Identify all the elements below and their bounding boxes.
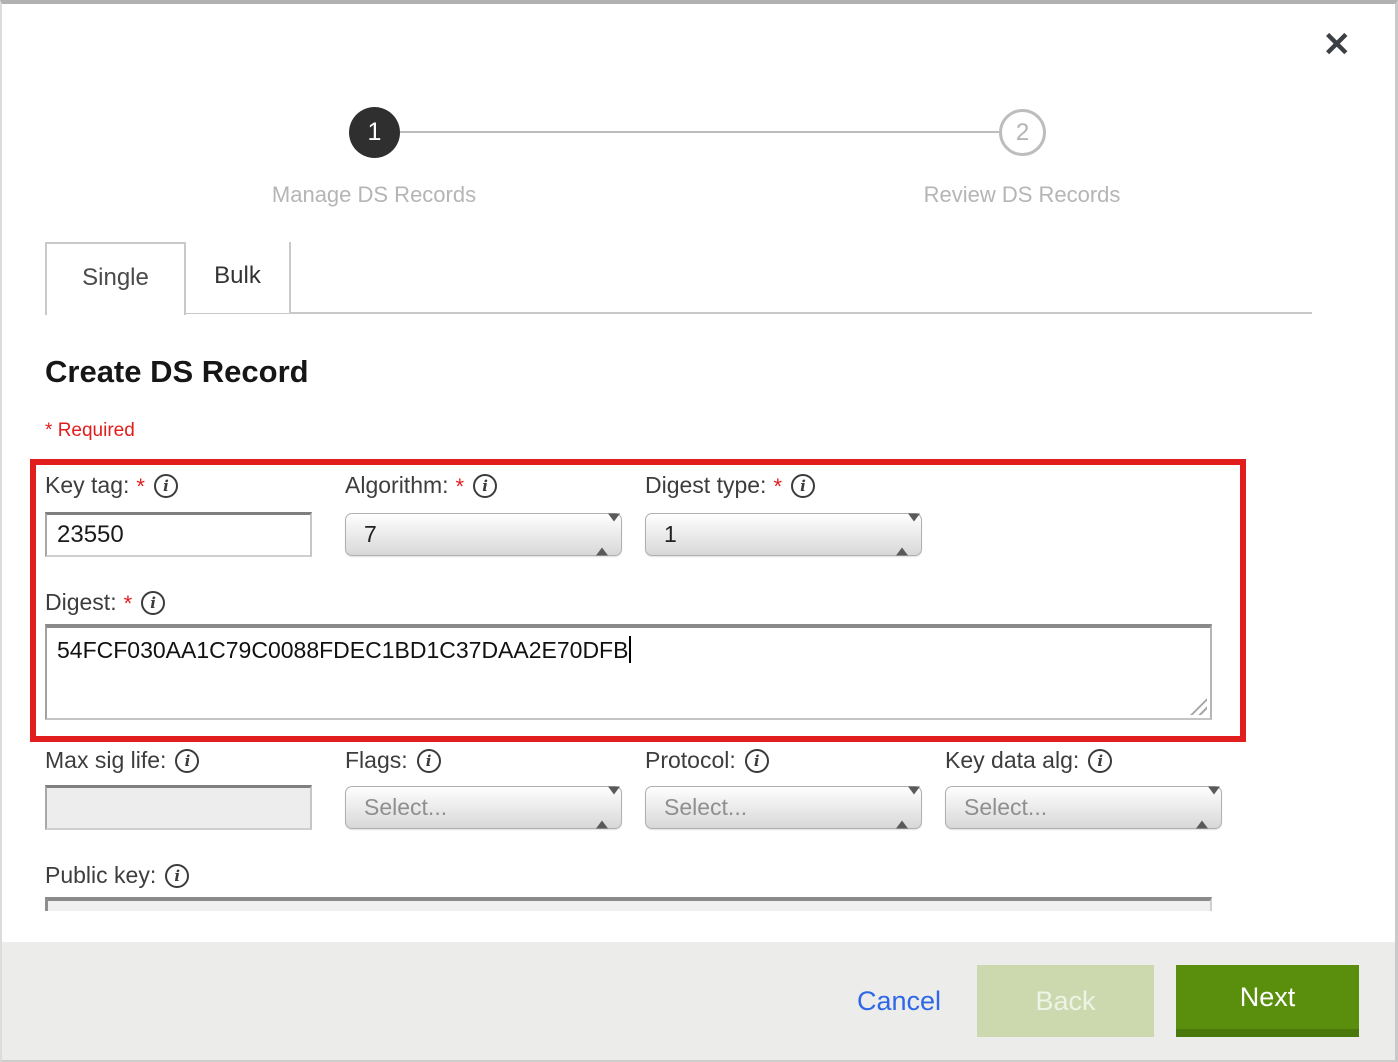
- key-data-alg-select[interactable]: Select...: [945, 786, 1222, 829]
- key-tag-info-icon[interactable]: i: [154, 474, 178, 498]
- public-key-info-icon[interactable]: i: [165, 864, 189, 888]
- select-arrows-icon: [596, 794, 608, 821]
- create-ds-record-dialog: ✕ 1 2 Manage DS Records Review DS Record…: [0, 0, 1398, 1062]
- max-sig-life-label-text: Max sig life:: [45, 747, 166, 774]
- resize-handle[interactable]: [1190, 698, 1207, 715]
- step-1-label: Manage DS Records: [214, 182, 534, 208]
- protocol-select[interactable]: Select...: [645, 786, 922, 829]
- tab-bulk[interactable]: Bulk: [186, 242, 291, 313]
- step-2-label: Review DS Records: [862, 182, 1182, 208]
- flags-select[interactable]: Select...: [345, 786, 622, 829]
- select-arrows-icon: [896, 794, 908, 821]
- key-tag-input[interactable]: [45, 512, 312, 557]
- digest-type-required-asterisk: *: [773, 474, 782, 500]
- protocol-label-text: Protocol:: [645, 747, 736, 774]
- tab-single[interactable]: Single: [45, 242, 186, 315]
- protocol-label: Protocol: i: [645, 747, 769, 774]
- back-button[interactable]: Back: [977, 965, 1154, 1037]
- flags-label: Flags: i: [345, 747, 441, 774]
- digest-type-info-icon[interactable]: i: [791, 474, 815, 498]
- stepper-connector: [400, 131, 999, 133]
- step-1-number: 1: [368, 118, 382, 147]
- required-note-text: Required: [58, 420, 135, 441]
- algorithm-label: Algorithm: * i: [345, 472, 497, 499]
- flags-selected-value: Select...: [364, 794, 447, 821]
- max-sig-life-label: Max sig life: i: [45, 747, 199, 774]
- max-sig-life-info-icon[interactable]: i: [175, 749, 199, 773]
- flags-label-text: Flags:: [345, 747, 408, 774]
- protocol-selected-value: Select...: [664, 794, 747, 821]
- public-key-label-text: Public key:: [45, 862, 156, 889]
- step-1-indicator: 1: [349, 107, 400, 158]
- digest-type-label: Digest type: * i: [645, 472, 815, 499]
- page-title: Create DS Record: [45, 354, 309, 390]
- step-2-indicator: 2: [999, 109, 1046, 156]
- cancel-button[interactable]: Cancel: [857, 986, 941, 1017]
- digest-textarea[interactable]: 54FCF030AA1C79C0088FDEC1BD1C37DAA2E70DFB: [45, 624, 1212, 720]
- step-2-number: 2: [1016, 119, 1029, 147]
- key-tag-label: Key tag: * i: [45, 472, 178, 499]
- required-note: * Required: [45, 420, 135, 442]
- select-arrows-icon: [1196, 794, 1208, 821]
- digest-info-icon[interactable]: i: [141, 591, 165, 615]
- algorithm-label-text: Algorithm:: [345, 472, 449, 499]
- dialog-footer: Cancel Back Next: [2, 942, 1395, 1060]
- digest-label: Digest: * i: [45, 589, 165, 616]
- algorithm-info-icon[interactable]: i: [473, 474, 497, 498]
- key-tag-required-asterisk: *: [136, 474, 145, 500]
- key-tag-label-text: Key tag:: [45, 472, 129, 499]
- public-key-textarea[interactable]: [45, 897, 1212, 911]
- algorithm-required-asterisk: *: [456, 474, 465, 500]
- public-key-label: Public key: i: [45, 862, 189, 889]
- algorithm-selected-value: 7: [364, 521, 377, 548]
- digest-type-select[interactable]: 1: [645, 513, 922, 556]
- flags-info-icon[interactable]: i: [417, 749, 441, 773]
- required-asterisk: *: [45, 420, 52, 441]
- close-icon[interactable]: ✕: [1323, 28, 1352, 62]
- digest-type-label-text: Digest type:: [645, 472, 766, 499]
- key-data-alg-label: Key data alg: i: [945, 747, 1112, 774]
- key-data-alg-label-text: Key data alg:: [945, 747, 1079, 774]
- select-arrows-icon: [896, 521, 908, 548]
- next-button[interactable]: Next: [1176, 965, 1359, 1037]
- protocol-info-icon[interactable]: i: [745, 749, 769, 773]
- digest-required-asterisk: *: [124, 591, 133, 617]
- algorithm-select[interactable]: 7: [345, 513, 622, 556]
- text-caret: [629, 636, 631, 663]
- key-data-alg-info-icon[interactable]: i: [1088, 749, 1112, 773]
- digest-label-text: Digest:: [45, 589, 117, 616]
- digest-type-selected-value: 1: [664, 521, 677, 548]
- max-sig-life-input[interactable]: [45, 785, 312, 830]
- select-arrows-icon: [596, 521, 608, 548]
- digest-value: 54FCF030AA1C79C0088FDEC1BD1C37DAA2E70DFB: [57, 637, 628, 663]
- key-data-alg-selected-value: Select...: [964, 794, 1047, 821]
